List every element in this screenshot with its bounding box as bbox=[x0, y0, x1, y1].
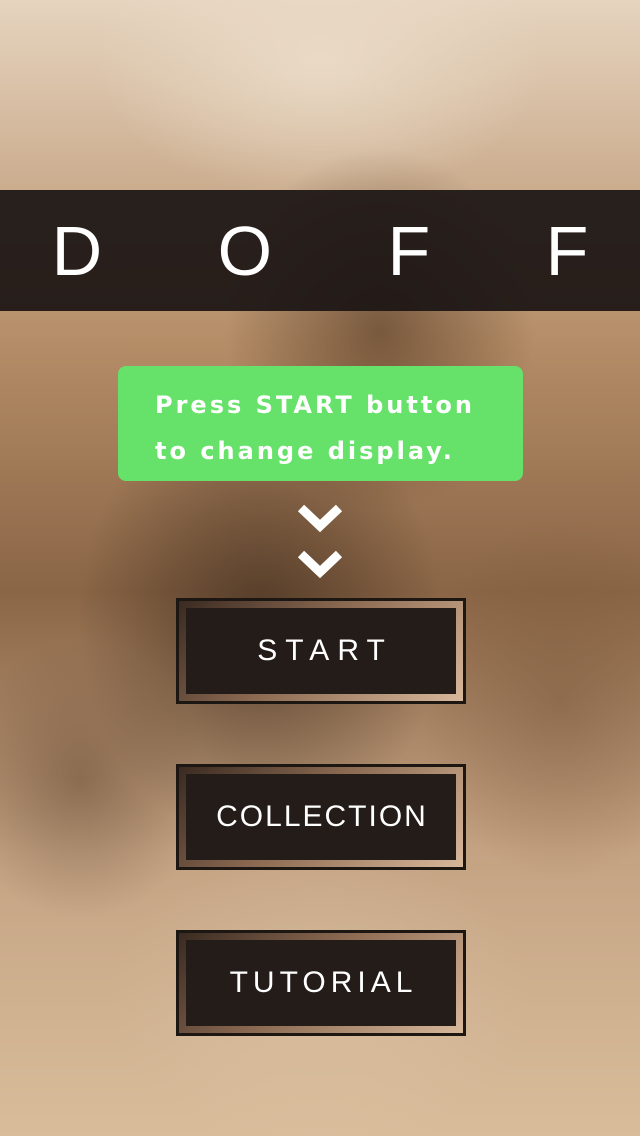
app-title: D O F F bbox=[51, 211, 637, 290]
start-button-label: START bbox=[257, 634, 393, 667]
tutorial-button-face[interactable]: TUTORIAL bbox=[186, 940, 456, 1026]
tutorial-button-label: TUTORIAL bbox=[229, 966, 418, 999]
collection-button-face[interactable]: COLLECTION bbox=[186, 774, 456, 860]
double-chevron-down-icon bbox=[298, 504, 342, 579]
hint-line-1: Press START button bbox=[155, 391, 475, 419]
start-button[interactable]: START bbox=[176, 598, 466, 704]
hint-line-2: to change display. bbox=[155, 437, 455, 465]
hint-banner: Press START button to change display. bbox=[118, 366, 523, 481]
collection-button-label: COLLECTION bbox=[216, 800, 428, 833]
title-banner: D O F F bbox=[0, 190, 640, 311]
start-button-face[interactable]: START bbox=[186, 608, 456, 694]
tutorial-button[interactable]: TUTORIAL bbox=[176, 930, 466, 1036]
collection-button[interactable]: COLLECTION bbox=[176, 764, 466, 870]
